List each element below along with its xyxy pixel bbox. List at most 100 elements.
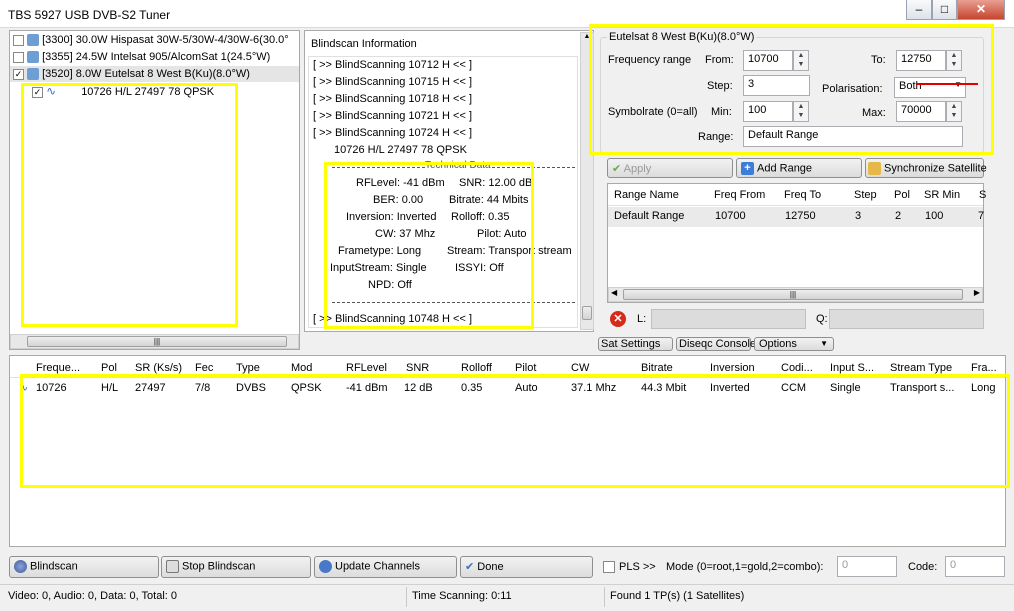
column-header[interactable]: SNR [406,362,429,374]
sat-item-1[interactable]: [3300] 30.0W Hispasat 30W-5/30W-4/30W-6(… [13,34,289,47]
column-header[interactable]: Fra... [971,362,997,374]
blindscan-log: [ >> BlindScanning 10712 H << ] [ >> Bli… [308,56,578,328]
horizontal-scrollbar[interactable]: ◀ ||| ▶ [608,287,983,302]
checkbox-checked[interactable]: ✓ [32,86,43,98]
found-line: 10726 H/L 27497 78 QPSK [334,144,467,156]
blindscan-button[interactable]: Blindscan [9,556,159,578]
step-input[interactable]: 3 [743,75,810,96]
synchronize-button[interactable]: Synchronize Satellite [865,158,987,178]
done-label: Done [477,561,504,573]
step-label: Step: [707,80,733,92]
column-header[interactable]: Codi... [781,362,813,374]
update-channels-button[interactable]: Update Channels [314,556,457,578]
max-spinner[interactable]: ▲ ▼ [946,101,962,122]
vertical-scrollbar[interactable]: ▲ [580,32,594,330]
to-input[interactable]: 12750 [896,50,946,71]
column-header[interactable]: Pilot [515,362,536,374]
max-input[interactable]: 70000 [896,101,946,122]
column-header[interactable]: Inversion [710,362,755,374]
apply-button[interactable]: ✔ Apply [607,158,733,178]
from-label: From: [705,54,734,66]
column-header[interactable]: Fec [195,362,213,374]
range-input[interactable]: Default Range [743,126,963,147]
scrollbar-thumb[interactable] [582,306,592,320]
pilot-text: Pilot: Auto [477,228,527,240]
tech-data-title: Technical Data [425,160,491,171]
l-label: L: [637,313,647,325]
scrollbar-thumb[interactable]: ||| [623,289,963,300]
column-header[interactable]: Bitrate [641,362,673,374]
column-header[interactable]: RFLevel [346,362,387,374]
column-header[interactable]: SR (Ks/s) [135,362,182,374]
column-header[interactable]: S [979,189,986,201]
scroll-up-icon[interactable]: ▲ [581,33,593,40]
range-table-header: Range Name Freq From Freq To Step Pol SR… [608,184,986,206]
scrollbar-thumb[interactable]: ||| [27,336,287,347]
symbolrate-label: Symbolrate (0=all) [608,106,698,118]
cell: CCM [781,382,807,394]
close-button[interactable]: ✕ [957,0,1005,20]
column-header[interactable]: SR Min [924,189,960,201]
polarisation-select[interactable]: Both ▼ [894,77,966,98]
blindscan-icon [14,560,27,573]
from-spinner[interactable]: ▲ ▼ [793,50,809,71]
options-dropdown[interactable]: Options ▼ [754,337,834,351]
satellite-tree[interactable]: [3300] 30.0W Hispasat 30W-5/30W-4/30W-6(… [9,30,300,350]
cell: 2 [895,210,902,222]
to-spinner[interactable]: ▲ ▼ [946,50,962,71]
minimize-button[interactable]: – [906,0,932,20]
stop-icon [166,560,179,573]
column-header[interactable]: Pol [894,189,910,201]
horizontal-scrollbar[interactable]: ||| [10,334,299,349]
column-header[interactable]: Freque... [36,362,80,374]
sat-item-3[interactable]: ✓ [3520] 8.0W Eutelsat 8 West B(Ku)(8.0°… [10,66,299,83]
tp-item[interactable]: ✓ ∿ 10726 H/L 27497 78 QPSK [32,84,214,98]
column-header[interactable]: Step [854,189,877,201]
mode-input[interactable]: 0 [837,556,897,577]
column-header[interactable]: Pol [101,362,117,374]
inputstream-text: InputStream: Single [330,262,427,274]
scroll-left-icon[interactable]: ◀ [611,288,617,297]
checkbox[interactable] [13,51,24,63]
min-spinner[interactable]: ▲ ▼ [793,101,809,122]
to-label: To: [871,54,886,66]
column-header[interactable]: Freq To [784,189,821,201]
add-range-button[interactable]: + Add Range [736,158,862,178]
stop-blindscan-button[interactable]: Stop Blindscan [161,556,311,578]
scroll-right-icon[interactable]: ▶ [974,288,980,297]
log-line: [ >> BlindScanning 10712 H << ] [313,59,473,71]
done-button[interactable]: ✔ Done [460,556,593,578]
checkbox[interactable] [13,34,24,46]
column-header[interactable]: Rolloff [461,362,492,374]
column-header[interactable]: CW [571,362,589,374]
table-row[interactable]: ∿ 10726 H/L 27497 7/8 DVBS QPSK -41 dBm … [10,379,1005,397]
table-row[interactable]: Default Range 10700 12750 3 2 100 7 [608,207,985,227]
pls-checkbox[interactable] [603,561,615,573]
cell: 44.3 Mbit [641,382,687,394]
cell: -41 dBm [346,382,388,394]
cell: 7 [978,210,985,222]
results-table[interactable]: Freque... Pol SR (Ks/s) Fec Type Mod RFL… [9,355,1006,547]
checkbox-checked[interactable]: ✓ [13,68,24,80]
add-icon: + [741,162,754,175]
code-input[interactable]: 0 [945,556,1005,577]
range-table[interactable]: Range Name Freq From Freq To Step Pol SR… [607,183,986,303]
tab-diseqc-console[interactable]: Diseqc Console [676,337,756,351]
column-header[interactable]: Stream Type [890,362,952,374]
column-header[interactable]: Range Name [614,189,679,201]
tab-label: Sat Settings [601,338,661,350]
column-header[interactable]: Freq From [714,189,765,201]
from-input[interactable]: 10700 [743,50,793,71]
cell: 7/8 [195,382,211,394]
min-input[interactable]: 100 [743,101,793,122]
cell: 100 [925,210,944,222]
range-label: Range: [698,131,734,143]
sat-item-2[interactable]: [3355] 24.5W Intelsat 905/AlcomSat 1(24.… [13,51,270,64]
cell: Inverted [710,382,750,394]
column-header[interactable]: Type [236,362,260,374]
maximize-button[interactable]: □ [932,0,957,20]
tab-sat-settings[interactable]: Sat Settings [598,337,673,351]
signal-icon: ∿ [19,382,29,394]
column-header[interactable]: Mod [291,362,312,374]
column-header[interactable]: Input S... [830,362,874,374]
